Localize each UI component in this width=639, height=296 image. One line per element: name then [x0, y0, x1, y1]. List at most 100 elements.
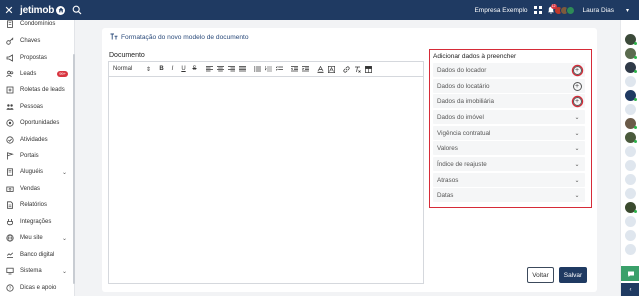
chevron-down-icon[interactable]: ⌄ [572, 175, 582, 185]
contract-icon [5, 168, 14, 177]
data-group-dados-do-locatario[interactable]: Dados do locatário + [433, 79, 585, 93]
collapse-rail-button[interactable]: ‹ [621, 283, 639, 296]
data-group-label: Dados do locador [437, 66, 487, 74]
notification-bell[interactable]: 12 [547, 4, 557, 14]
sidebar-item-leads[interactable]: Leads 99+ [0, 67, 72, 81]
checklist-button[interactable] [275, 65, 284, 74]
align-center-button[interactable] [216, 65, 225, 74]
clear-formatting-button[interactable] [353, 65, 362, 74]
document-editor-card: Formatação do novo modelo de documento D… [102, 28, 597, 292]
sidebar-item-alugueis[interactable]: Aluguéis ⌄ [0, 165, 72, 179]
back-button[interactable]: Voltar [527, 267, 554, 283]
report-icon [5, 201, 14, 210]
align-right-button[interactable] [227, 65, 236, 74]
underline-button[interactable]: U [179, 65, 188, 74]
chevron-down-icon[interactable]: ⌄ [572, 143, 582, 153]
italic-button[interactable]: I [168, 65, 177, 74]
company-name[interactable]: Empresa Exemplo [474, 7, 527, 14]
brand-name: jetimob [20, 4, 55, 16]
data-group-datas[interactable]: Datas ⌄ [433, 188, 585, 202]
add-plus-icon[interactable]: + [572, 96, 582, 106]
avatar[interactable] [625, 174, 636, 185]
sidebar-item-portais[interactable]: Portais [0, 149, 72, 163]
data-group-dados-do-imovel[interactable]: Dados do imóvel ⌄ [433, 110, 585, 124]
check-circle-icon [5, 136, 14, 145]
building-icon [5, 20, 14, 29]
sidebar-item-pessoas[interactable]: Pessoas [0, 100, 72, 114]
bold-button[interactable]: B [157, 65, 166, 74]
svg-text:?: ? [8, 286, 11, 291]
link-button[interactable] [342, 65, 351, 74]
avatar[interactable] [625, 104, 636, 115]
data-group-label: Dados do imóvel [437, 113, 484, 121]
avatar[interactable] [625, 188, 636, 199]
sidebar-item-condominios[interactable]: Condomínios [0, 17, 72, 31]
chevron-down-icon[interactable]: ⌄ [572, 159, 582, 169]
insert-table-button[interactable] [364, 65, 373, 74]
sidebar-item-oportunidades[interactable]: Oportunidades [0, 116, 72, 130]
sidebar-scrollbar[interactable] [73, 54, 75, 284]
sidebar-item-label: Leads [20, 71, 37, 77]
indent-button[interactable] [301, 65, 310, 74]
search-icon[interactable] [72, 5, 82, 15]
bank-icon [5, 251, 14, 260]
data-group-vigencia-contratual[interactable]: Vigência contratual ⌄ [433, 126, 585, 140]
bullet-list-button[interactable] [253, 65, 262, 74]
add-plus-icon[interactable]: + [572, 65, 582, 75]
sidebar-item-propostas[interactable]: Propostas [0, 51, 72, 65]
avatar[interactable] [625, 146, 636, 157]
sidebar-item-relatorios[interactable]: Relatórios [0, 198, 72, 212]
user-avatars[interactable] [553, 5, 575, 15]
sidebar-item-vendas[interactable]: Vendas [0, 182, 72, 196]
chevron-down-icon[interactable]: ⌄ [572, 128, 582, 138]
align-justify-button[interactable] [238, 65, 247, 74]
sidebar-item-sistema[interactable]: Sistema ⌄ [0, 264, 72, 278]
numbered-list-button[interactable] [264, 65, 273, 74]
paragraph-format-select[interactable]: Normal ⇕ [113, 66, 151, 73]
brand-logo[interactable]: jetimob [20, 4, 66, 16]
data-group-label: Valores [437, 144, 458, 152]
sidebar-item-integracoes[interactable]: Integrações [0, 215, 72, 229]
sidebar-item-label: Vendas [20, 186, 41, 192]
online-status-dot [634, 42, 637, 45]
close-icon[interactable]: ✕ [0, 4, 18, 17]
save-button[interactable]: Salvar [559, 267, 587, 283]
editor-toolbar: Normal ⇕ B I U S [109, 62, 423, 77]
avatar[interactable] [625, 230, 636, 241]
avatar[interactable] [625, 216, 636, 227]
sidebar-item-chaves[interactable]: Chaves [0, 34, 72, 48]
avatar[interactable] [625, 76, 636, 87]
add-plus-icon[interactable]: + [572, 81, 582, 91]
outdent-button[interactable] [290, 65, 299, 74]
user-name[interactable]: Laura Dias [583, 7, 614, 14]
user-menu-caret-icon[interactable]: ▾ [626, 7, 629, 14]
sidebar: Condomínios Chaves Propostas Leads 99+ R… [0, 20, 75, 296]
align-left-button[interactable] [205, 65, 214, 74]
chevron-down-icon[interactable]: ⌄ [572, 190, 582, 200]
sidebar-item-roletas-de-leads[interactable]: Roletas de leads [0, 83, 72, 97]
apps-grid-icon[interactable] [533, 6, 542, 14]
avatar[interactable] [625, 244, 636, 255]
sidebar-item-banco-digital[interactable]: Banco digital [0, 248, 72, 262]
data-group-dados-da-imobiliaria[interactable]: Dados da imobiliária + [433, 94, 585, 108]
rich-text-editor[interactable]: Normal ⇕ B I U S [108, 61, 424, 284]
data-group-valores[interactable]: Valores ⌄ [433, 141, 585, 155]
avatar [565, 5, 575, 15]
chat-button[interactable] [621, 266, 639, 281]
people-icon [5, 103, 14, 112]
sidebar-item-dicas-e-apoio[interactable]: ? Dicas e apoio [0, 281, 72, 295]
sidebar-item-label: Portais [20, 153, 39, 159]
panel-title: Adicionar dados à preencher [433, 53, 517, 60]
data-group-dados-do-locador[interactable]: Dados do locador + [433, 63, 585, 77]
strikethrough-button[interactable]: S [190, 65, 199, 74]
background-color-button[interactable] [327, 65, 336, 74]
chevron-down-icon[interactable]: ⌄ [572, 112, 582, 122]
sidebar-item-label: Integrações [20, 219, 52, 225]
data-group-atrasos[interactable]: Atrasos ⌄ [433, 173, 585, 187]
data-group-label: Atrasos [437, 176, 459, 184]
sidebar-item-atividades[interactable]: Atividades [0, 133, 72, 147]
avatar[interactable] [625, 160, 636, 171]
sidebar-item-meu-site[interactable]: Meu site ⌄ [0, 231, 72, 245]
data-group-indice-de-reajuste[interactable]: Índice de reajuste ⌄ [433, 157, 585, 171]
text-color-button[interactable] [316, 65, 325, 74]
